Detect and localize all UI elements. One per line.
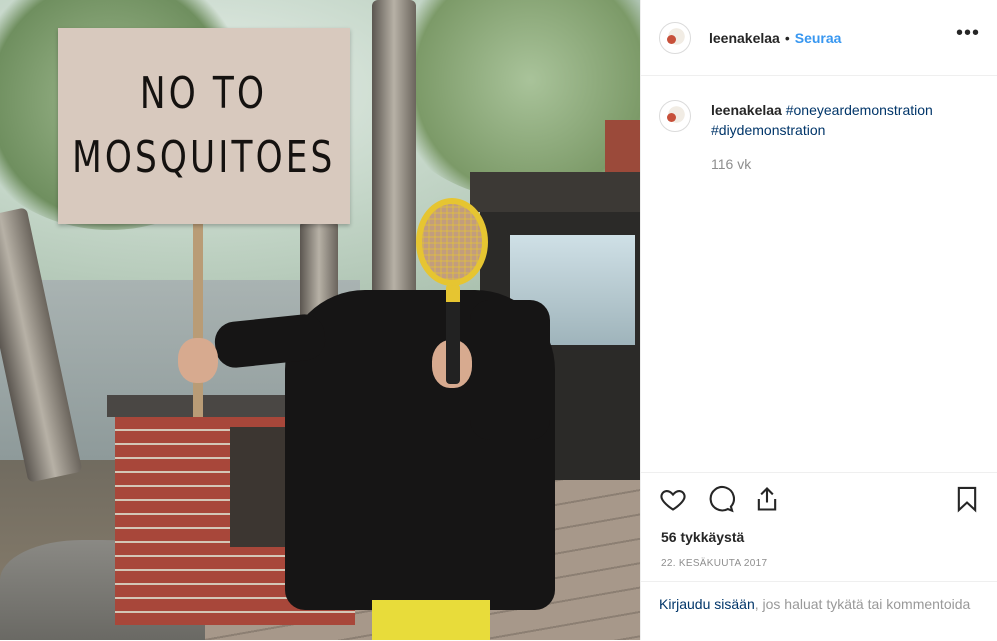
follow-button[interactable]: Seuraa	[795, 30, 842, 46]
sign-pole	[193, 222, 203, 417]
avatar[interactable]	[659, 21, 691, 54]
comment-icon[interactable]	[707, 485, 735, 518]
login-prompt: Kirjaudu sisään, jos haluat tykätä tai k…	[641, 581, 997, 626]
racket-handle	[446, 284, 460, 384]
login-prompt-text: , jos haluat tykätä tai kommentoida	[754, 596, 971, 612]
caption: leenakelaa #oneyeardemonstration #diydem…	[659, 100, 979, 174]
hashtag-link[interactable]: #oneyeardemonstration	[786, 102, 933, 118]
hand	[178, 338, 218, 383]
more-options-icon[interactable]: •••	[956, 22, 980, 45]
post-photo[interactable]: NO TO MOSQUITOES	[0, 0, 640, 640]
roof	[470, 172, 640, 212]
like-count[interactable]: 56 tykkäystä	[661, 529, 744, 545]
post-date: 22. KESÄKUUTA 2017	[661, 558, 768, 569]
caption-text: leenakelaa #oneyeardemonstration #diydem…	[711, 100, 933, 174]
post-header: leenakelaa • Seuraa •••	[641, 0, 997, 76]
heart-icon[interactable]	[659, 485, 687, 518]
hashtag-link[interactable]: #diydemonstration	[711, 122, 825, 138]
birch-trunk	[372, 0, 416, 300]
username-link[interactable]: leenakelaa	[709, 30, 780, 46]
sign-text-line1: NO TO	[140, 68, 268, 119]
separator-dot: •	[784, 29, 790, 46]
login-link[interactable]: Kirjaudu sisään	[659, 596, 755, 612]
caption-avatar[interactable]	[659, 100, 691, 132]
post-sidebar: leenakelaa • Seuraa ••• leenakelaa #oney…	[640, 0, 997, 640]
electric-fly-swatter	[416, 198, 488, 286]
bookmark-icon[interactable]	[953, 485, 981, 518]
caption-age: 116 vk	[711, 156, 752, 172]
sign-text-line2: MOSQUITOES	[72, 132, 336, 183]
yellow-pants	[372, 600, 490, 640]
share-icon[interactable]	[753, 485, 781, 518]
caption-username[interactable]: leenakelaa	[711, 102, 782, 118]
action-bar: 56 tykkäystä 22. KESÄKUUTA 2017 Kirjaudu…	[641, 472, 997, 641]
protest-sign: NO TO MOSQUITOES	[58, 28, 350, 224]
person-arm	[470, 300, 550, 440]
